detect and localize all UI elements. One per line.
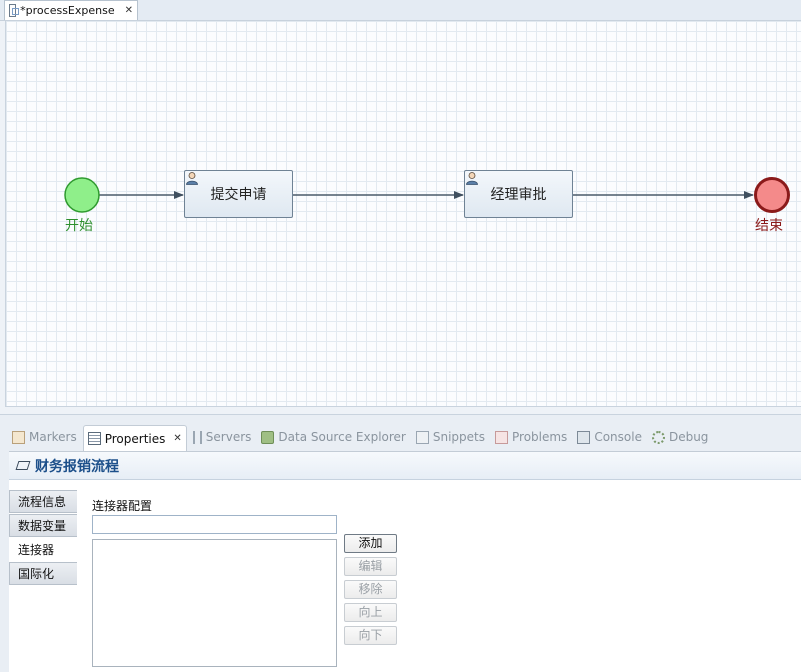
process-file-icon (9, 4, 20, 17)
remove-button[interactable]: 移除 (344, 580, 397, 599)
tab-label: Data Source Explorer (278, 430, 406, 444)
bpmn-canvas[interactable]: 开始 结束 提交申请 经理审批 (5, 21, 801, 407)
side-tab-connectors[interactable]: 连接器 (9, 538, 77, 561)
properties-icon (87, 432, 101, 445)
move-up-button[interactable]: 向上 (344, 603, 397, 622)
end-event[interactable] (754, 177, 790, 213)
properties-title: 财务报销流程 (35, 458, 119, 475)
properties-panel: 财务报销流程 流程信息 数据变量 连接器 国际化 连接器配置 添加 编辑 移除 … (9, 451, 801, 672)
process-icon (15, 461, 31, 470)
diagram-editor: *processExpense ✕ 开始 结束 提交申请 经理审批 (0, 0, 801, 415)
markers-icon (12, 430, 25, 444)
tab-debug[interactable]: Debug (648, 425, 712, 449)
tab-label: Debug (668, 430, 709, 444)
close-icon[interactable]: ✕ (173, 433, 181, 444)
user-task-icon (186, 172, 198, 185)
side-tab-data-variables[interactable]: 数据变量 (9, 514, 77, 537)
tab-data-source-explorer[interactable]: Data Source Explorer (257, 425, 409, 449)
connector-list[interactable] (92, 539, 337, 667)
close-icon[interactable]: ✕ (125, 5, 133, 16)
problems-icon (495, 430, 508, 444)
add-button[interactable]: 添加 (344, 534, 397, 553)
connector-input[interactable] (92, 515, 337, 534)
debug-icon (651, 430, 665, 444)
tab-problems[interactable]: Problems (491, 425, 571, 449)
properties-sidebar: 流程信息 数据变量 连接器 国际化 (9, 490, 77, 586)
editor-tab-title: *processExpense (20, 4, 115, 17)
tab-label: Console (594, 430, 642, 444)
task-label: 提交申请 (210, 187, 267, 203)
console-icon (577, 430, 591, 444)
task-label: 经理审批 (490, 187, 547, 203)
task-manager-approval[interactable]: 经理审批 (464, 170, 573, 218)
edit-button[interactable]: 编辑 (344, 557, 397, 576)
tab-label: Markers (29, 430, 77, 444)
editor-tab-processexpense[interactable]: *processExpense ✕ (4, 0, 138, 20)
editor-tabbar: *processExpense ✕ (0, 0, 801, 21)
tab-snippets[interactable]: Snippets (412, 425, 489, 449)
data-source-icon (261, 430, 275, 444)
snippets-icon (415, 430, 429, 444)
connector-config-label: 连接器配置 (92, 499, 153, 513)
side-tab-process-info[interactable]: 流程信息 (9, 490, 77, 513)
tab-label: Servers (205, 430, 252, 444)
move-down-button[interactable]: 向下 (344, 626, 397, 645)
tab-markers[interactable]: Markers (8, 425, 81, 449)
start-event-label: 开始 (65, 218, 93, 234)
tab-properties[interactable]: Properties ✕ (82, 425, 187, 451)
tab-label: Properties (104, 431, 166, 446)
tab-servers[interactable]: Servers (189, 425, 256, 449)
servers-icon (192, 430, 202, 444)
views-tabbar: Markers Properties ✕ Servers Data Source… (0, 423, 801, 451)
properties-header: 财务报销流程 (9, 452, 801, 480)
tab-label: Problems (512, 430, 568, 444)
tab-label: Snippets (432, 430, 485, 444)
start-event[interactable] (64, 177, 100, 213)
user-task-icon (466, 172, 478, 185)
flow-connections (64, 177, 790, 213)
task-submit-request[interactable]: 提交申请 (184, 170, 293, 218)
side-tab-i18n[interactable]: 国际化 (9, 562, 77, 585)
tab-console[interactable]: Console (573, 425, 646, 449)
end-event-label: 结束 (755, 218, 783, 234)
